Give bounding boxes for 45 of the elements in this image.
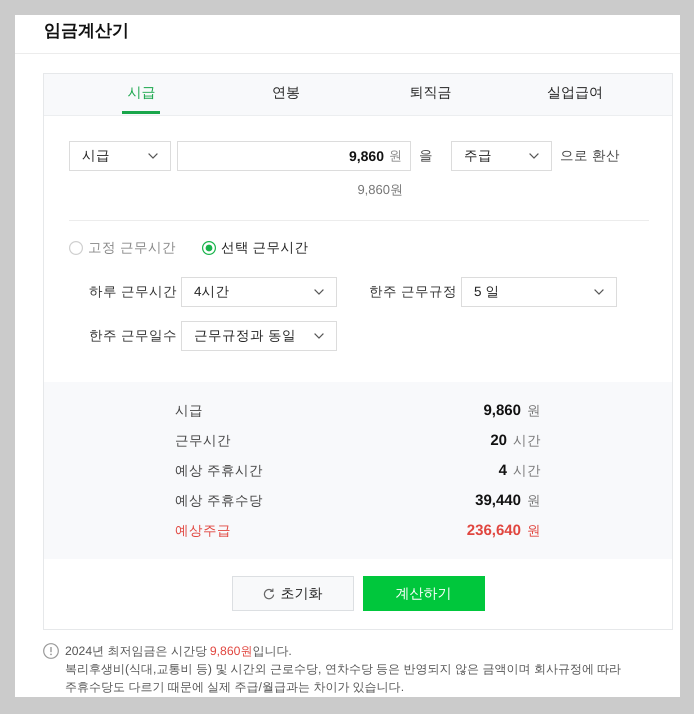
chevron-down-icon (148, 153, 158, 159)
result-value: 39,440 (475, 490, 521, 511)
reset-button[interactable]: 초기화 (232, 576, 354, 611)
setting-dropdown[interactable]: 5 일 (461, 277, 617, 307)
result-label: 시급 (175, 402, 203, 420)
setting-label: 한주 근무규정 (369, 282, 457, 301)
setting-label: 하루 근무시간 (89, 282, 177, 301)
radio-option[interactable]: 선택 근무시간 (202, 238, 309, 258)
unit-label: 원 (527, 402, 541, 420)
chevron-down-icon (529, 153, 539, 159)
particle-label: 을 (419, 146, 433, 165)
unit-label: 원 (527, 522, 541, 540)
page-title: 임금계산기 (44, 20, 129, 42)
result-label: 근무시간 (175, 432, 231, 450)
unit-dropdown[interactable]: 주급 (451, 141, 552, 171)
unit-label: 원 (527, 492, 541, 510)
result-value: 4 (498, 460, 507, 481)
refresh-icon (262, 588, 274, 600)
setting-dropdown[interactable]: 4시간 (181, 277, 337, 307)
unit-label: 시간 (513, 432, 541, 450)
total-label: 예상주급 (175, 522, 231, 540)
amount-field[interactable]: 9,860 원 (177, 141, 411, 171)
tab[interactable]: 연봉 (266, 74, 305, 114)
result-value: 9,860 (483, 400, 521, 421)
chevron-down-icon (594, 289, 604, 295)
minimum-wage-note: 2024년 최저임금은 시간당 9,860원 입니다. (65, 643, 293, 660)
chevron-down-icon (314, 289, 324, 295)
converted-amount: 9,860원 (357, 181, 403, 198)
convert-label: 으로 환산 (560, 146, 620, 165)
chevron-down-icon (314, 333, 324, 339)
tab[interactable]: 실업급여 (542, 74, 608, 114)
exclamation-circle-icon (43, 643, 59, 659)
result-label: 예상 주휴수당 (175, 492, 263, 510)
radio-icon[interactable] (202, 241, 216, 255)
radio-icon[interactable] (69, 241, 83, 255)
tab[interactable]: 퇴직금 (404, 74, 456, 114)
unit-dropdown[interactable]: 시급 (69, 141, 171, 171)
setting-label: 한주 근무일수 (89, 326, 177, 345)
result-value: 20 (490, 430, 507, 451)
result-label: 예상 주휴시간 (175, 462, 263, 480)
setting-dropdown[interactable]: 근무규정과 동일 (181, 321, 337, 351)
radio-option[interactable]: 고정 근무시간 (69, 238, 176, 258)
total-value: 236,640 (466, 520, 521, 541)
disclaimer-text: 복리후생비(식대,교통비 등) 및 시간외 근로수당, 연차수당 등은 반영되지 않은 금액이며 회사규정에 따라 주휴수당도 다르기 때문에 실제 주급/월급과는 차이가 있습니다. (65, 661, 622, 696)
unit-label: 시간 (513, 462, 541, 480)
